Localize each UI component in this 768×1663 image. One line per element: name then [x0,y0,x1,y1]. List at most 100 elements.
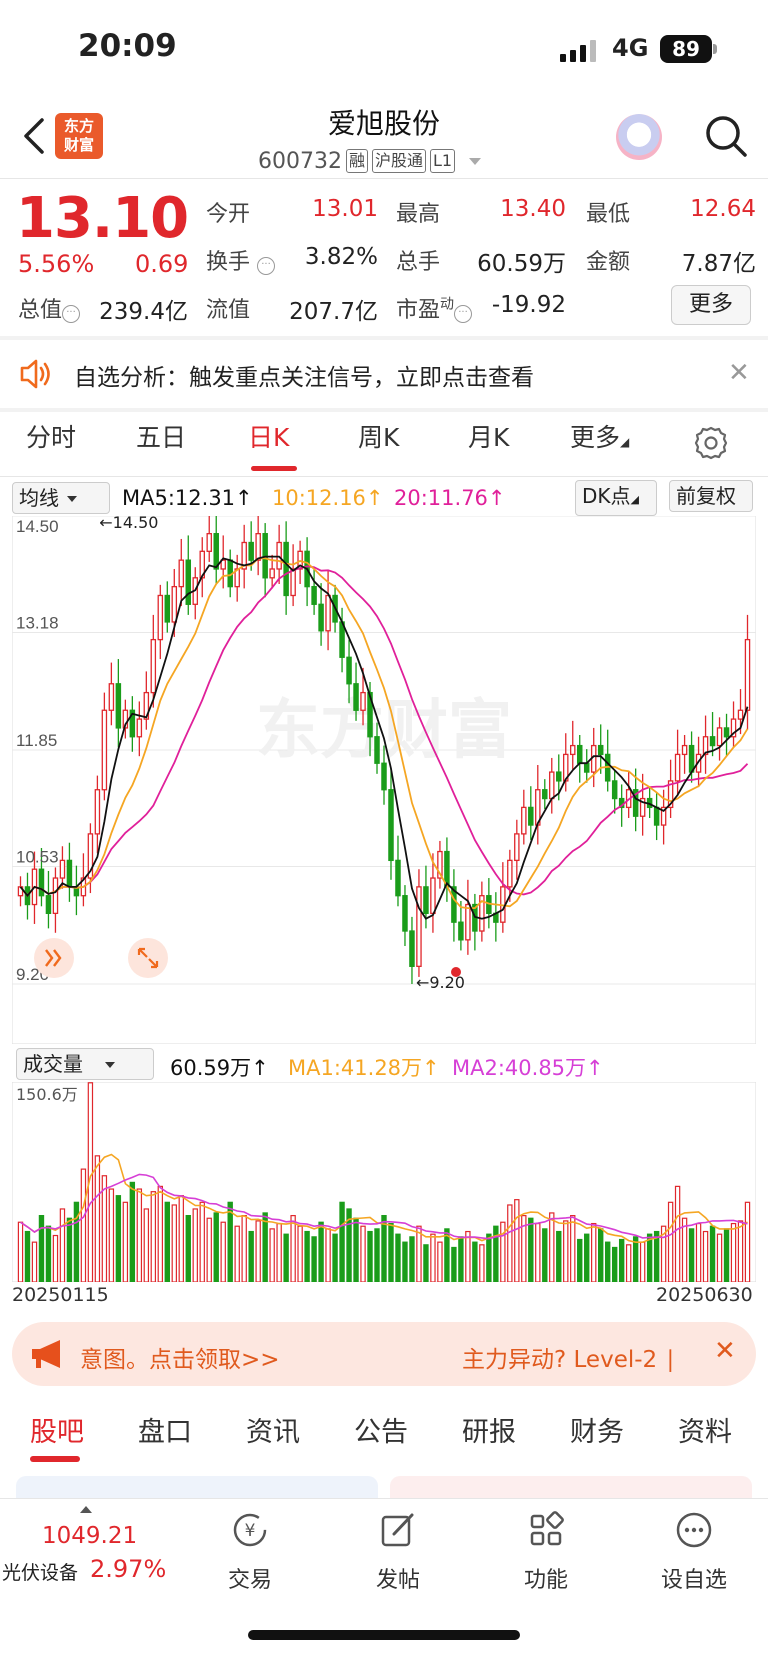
gear-icon[interactable] [694,426,728,460]
volume-bar [681,1217,688,1282]
candle [136,718,143,738]
content-card-right[interactable] [390,1476,752,1498]
tab-day-k[interactable]: 日K [248,418,289,454]
tab-research[interactable]: 研报 [462,1410,516,1449]
tag-margin: 融 [345,149,368,173]
battery-indicator: 89 [660,35,712,63]
volume-bar [185,1214,191,1282]
candle [709,736,716,747]
info-icon[interactable]: ··· [62,305,81,323]
assistant-avatar[interactable] [616,114,662,160]
volume-bar [723,1228,730,1282]
volume-bar [744,1201,751,1282]
volume-bar [171,1204,177,1282]
expand-left-button[interactable] [34,938,74,978]
volume-bar [59,1208,66,1282]
signal-icon [560,40,596,62]
volume-bar [381,1214,387,1282]
kline-chart[interactable]: 东方财富14.5013.1811.8510.539.20←14.50←9.20 [12,516,756,1044]
nav-functions[interactable]: 功能 [496,1510,596,1594]
current-price: 13.10 [16,186,189,251]
close-icon[interactable]: ✕ [728,358,750,388]
search-icon[interactable] [704,114,748,158]
volume-bar [514,1199,520,1282]
bottom-tabs: 股吧 盘口 资讯 公告 研报 财务 资料 [0,1410,768,1470]
nav-add-watchlist-label: 设自选 [660,1568,727,1593]
ma-legend-row: 均线 MA5:12.31↑ 10:12.16↑ 20:11.76↑ DK点◢ 前… [0,480,768,520]
volume-bar [164,1201,170,1282]
sector-percent: 2.97% [90,1555,167,1583]
stock-code-line[interactable]: 600732 融 沪股通 L1 [258,146,482,176]
adjust-button[interactable]: 前复权 [669,480,753,512]
volume-bar [388,1222,394,1282]
candle [178,559,185,588]
label-market-cap: 总值 ··· [18,292,81,324]
nav-trade[interactable]: ¥ 交易 [200,1510,300,1594]
volume-bar [276,1222,282,1282]
indicator-selector[interactable]: 均线 [12,482,110,514]
volume-ma1: MA1:41.28万↑ [288,1056,440,1080]
fullscreen-button[interactable] [128,938,168,978]
candle [569,744,576,756]
tab-underline [251,466,297,471]
volume-bar [702,1230,709,1282]
speaker-icon [20,359,50,389]
candle [409,930,415,967]
sector-name[interactable]: 光伏设备 [2,1558,78,1585]
tab-announcements[interactable]: 公告 [354,1410,408,1449]
close-icon[interactable]: ✕ [714,1336,736,1366]
value-pe: -19.92 [491,292,566,318]
candle [94,789,101,835]
volume-bar [304,1230,310,1282]
tab-finance[interactable]: 财务 [570,1410,624,1449]
dk-point-label: DK点 [582,484,631,508]
volume-bar [24,1230,31,1282]
tab-profile[interactable]: 资料 [678,1410,732,1449]
volume-bar [94,1155,101,1282]
volume-bar [290,1214,296,1282]
tab-orderbook[interactable]: 盘口 [138,1410,192,1449]
tab-more-label: 更多 [570,423,621,452]
indicator-selector-label: 均线 [19,486,59,510]
more-button[interactable]: 更多 [671,285,751,325]
tab-minute[interactable]: 分时 [26,418,76,454]
ma5-line [19,555,749,920]
stock-code: 600732 [258,148,342,174]
info-icon[interactable]: ··· [257,257,276,275]
volume-selector[interactable]: 成交量 [16,1048,154,1080]
dk-point-button[interactable]: DK点◢ [575,480,657,516]
battery-tip [713,44,717,54]
chevron-up-icon[interactable] [80,1506,92,1513]
volume-selector-label: 成交量 [23,1052,83,1076]
candle [164,594,171,623]
candle [255,533,261,561]
tab-month-k[interactable]: 月K [468,418,509,454]
volume-bar [570,1214,576,1282]
volume-bar [199,1201,205,1282]
tab-forum[interactable]: 股吧 [30,1410,84,1449]
candle [374,736,380,764]
tab-news[interactable]: 资讯 [246,1410,300,1449]
y-tick-label: 10.53 [16,848,59,867]
value-volume: 60.59万 [477,251,566,277]
candle [465,903,471,941]
volume-bar [31,1241,38,1282]
candle [395,859,401,897]
volume-chart[interactable]: 150.6万 [12,1082,756,1282]
volume-bar [353,1217,359,1282]
tab-week-k[interactable]: 周K [358,418,399,454]
nav-add-watchlist[interactable]: 设自选 [644,1510,744,1594]
candle [171,585,178,623]
info-icon[interactable]: ··· [454,305,473,323]
volume-bar [709,1225,716,1282]
volume-bar [206,1217,212,1282]
volume-bar [38,1214,45,1282]
tab-five-day[interactable]: 五日 [136,418,186,454]
volume-bar [486,1233,492,1282]
nav-post[interactable]: 发帖 [348,1510,448,1594]
content-card-left[interactable] [16,1476,378,1498]
value-high: 13.40 [500,196,566,222]
candle [744,638,751,711]
label-float-cap: 流值 [206,298,251,323]
tab-more[interactable]: 更多◢ [570,418,629,454]
